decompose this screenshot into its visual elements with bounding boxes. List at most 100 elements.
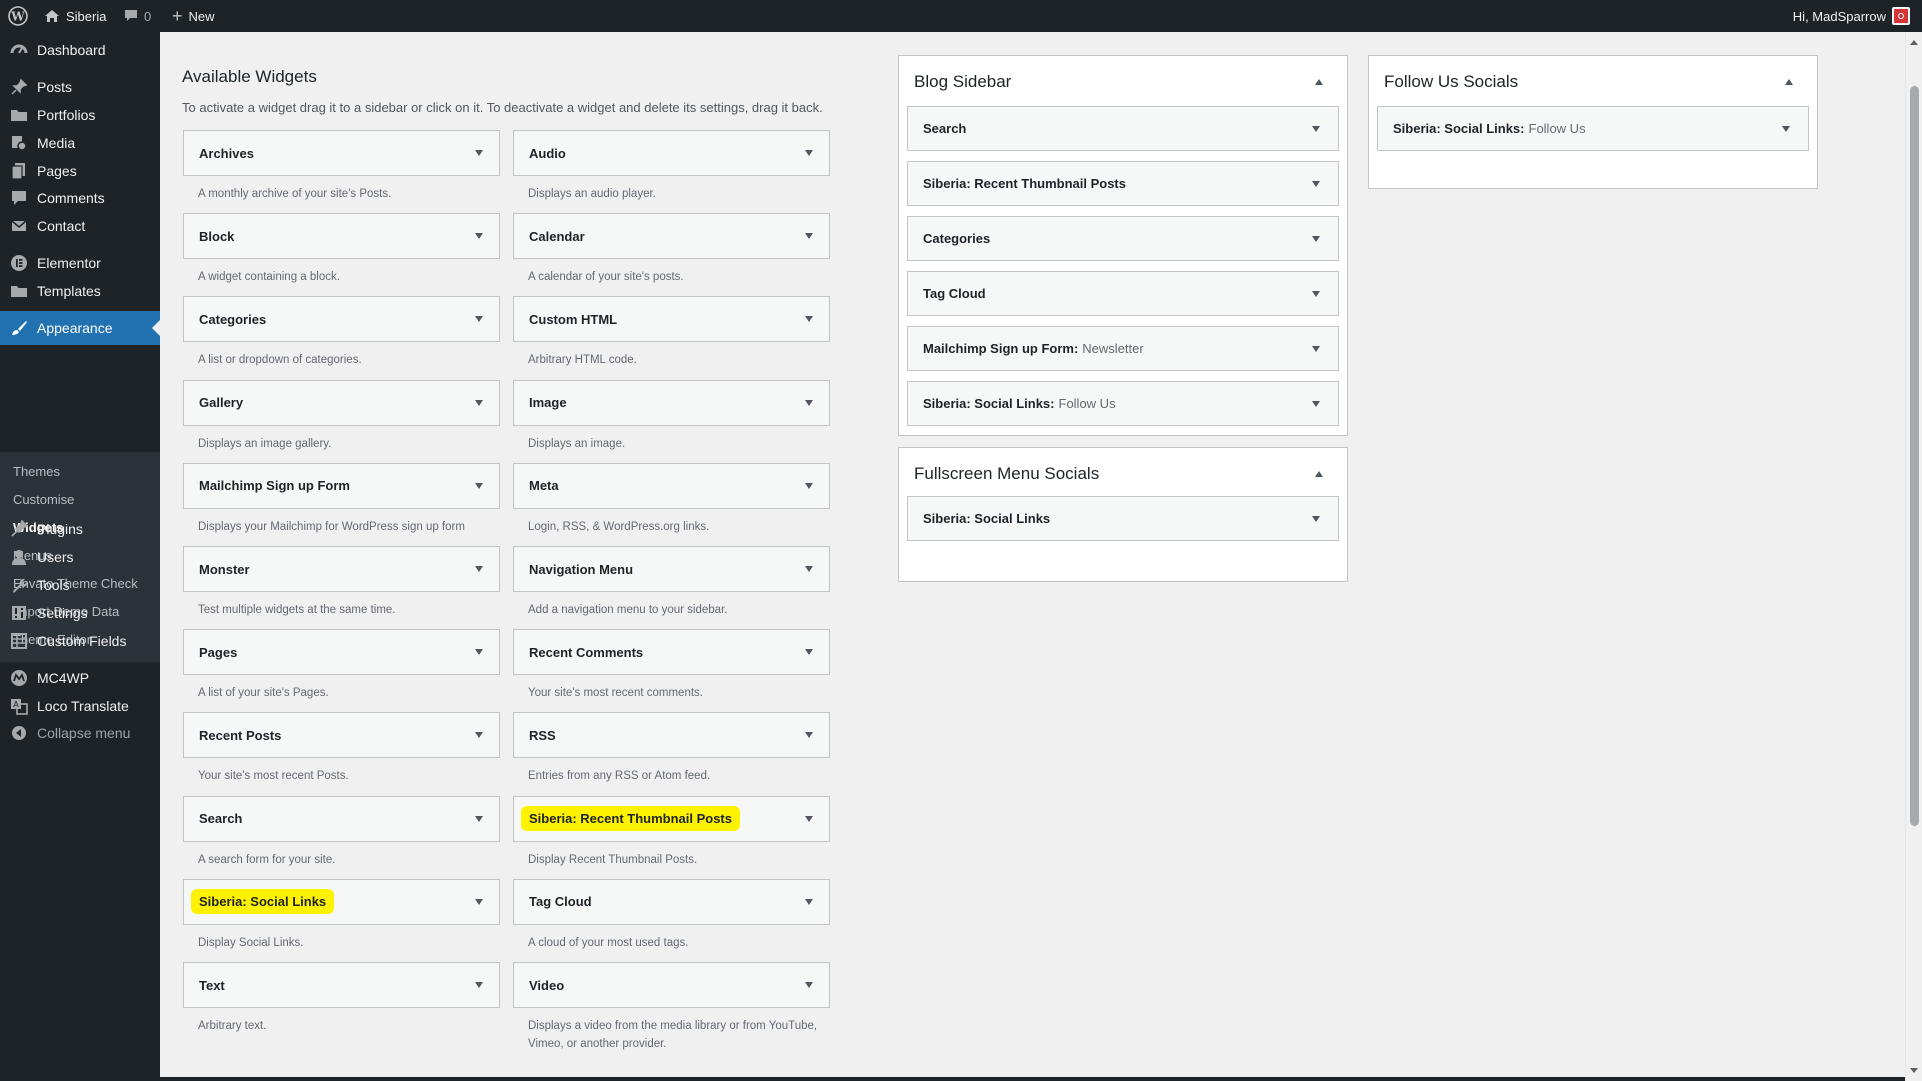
expand-arrow-icon[interactable] [805, 982, 813, 988]
expand-arrow-icon[interactable] [475, 233, 483, 240]
expand-arrow-icon[interactable] [805, 649, 813, 656]
submenu-customise[interactable]: Customise [13, 492, 74, 507]
scrollbar-thumb[interactable] [1910, 86, 1919, 826]
widget-text[interactable]: Text [183, 962, 500, 1008]
expand-arrow-icon[interactable] [805, 898, 813, 905]
expand-arrow-icon[interactable] [475, 649, 483, 656]
area-widget-title: Tag Cloud [923, 286, 986, 301]
expand-arrow-icon[interactable] [475, 150, 483, 156]
wordpress-logo-icon[interactable]: W [8, 0, 28, 32]
widget-pages[interactable]: Pages [183, 629, 500, 676]
widget-area-title[interactable]: Fullscreen Menu Socials [914, 464, 1099, 484]
widget-archives[interactable]: Archives [183, 130, 500, 176]
sidebar-item-appearance[interactable]: Appearance [0, 311, 160, 345]
widget-video[interactable]: Video [513, 962, 830, 1008]
expand-arrow-icon[interactable] [805, 316, 813, 323]
collapse-area-arrow-icon[interactable] [1315, 471, 1323, 477]
widget-rss[interactable]: RSS [513, 712, 830, 759]
site-name-link[interactable]: Siberia [44, 0, 106, 32]
submenu-themes[interactable]: Themes [13, 464, 60, 479]
expand-arrow-icon[interactable] [1312, 346, 1320, 352]
area-widget[interactable]: Siberia: Recent Thumbnail Posts [907, 161, 1339, 206]
widget-audio[interactable]: Audio [513, 130, 830, 176]
expand-arrow-icon[interactable] [1312, 126, 1320, 132]
scroll-up-arrow-icon[interactable] [1910, 40, 1918, 45]
widget-title: Categories [199, 311, 267, 327]
widget-recent-comments[interactable]: Recent Comments [513, 629, 830, 676]
expand-arrow-icon[interactable] [805, 566, 813, 572]
expand-arrow-icon[interactable] [805, 815, 813, 822]
scroll-down-arrow-icon[interactable] [1910, 1068, 1918, 1073]
area-widget[interactable]: Siberia: Social Links: Follow Us [1377, 106, 1809, 151]
expand-arrow-icon[interactable] [1312, 291, 1320, 297]
comments-link[interactable]: 0 [124, 0, 151, 32]
widget-meta[interactable]: Meta [513, 462, 830, 509]
area-widget[interactable]: Tag Cloud [907, 271, 1339, 316]
widget-gallery[interactable]: Gallery [183, 379, 500, 426]
sidebar-item-custom-fields[interactable]: Custom Fields [0, 624, 160, 658]
widget-monster[interactable]: Monster [183, 546, 500, 592]
area-widget[interactable]: Search [907, 106, 1339, 151]
expand-arrow-icon[interactable] [805, 732, 813, 739]
expand-arrow-icon[interactable] [1312, 236, 1320, 242]
widget-description: Displays an image gallery. [198, 437, 332, 450]
comments-count: 0 [144, 8, 152, 24]
collapse-menu-button[interactable]: Collapse menu [0, 716, 160, 750]
widget-calendar[interactable]: Calendar [513, 213, 830, 260]
expand-arrow-icon[interactable] [475, 482, 483, 489]
widget-title: Mailchimp Sign up Form [199, 478, 350, 494]
mail-icon [9, 216, 29, 236]
expand-arrow-icon[interactable] [1782, 126, 1790, 132]
expand-arrow-icon[interactable] [1312, 181, 1320, 187]
widget-mailchimp-sign-up-form[interactable]: Mailchimp Sign up Form [183, 462, 500, 509]
widget-custom-html[interactable]: Custom HTML [513, 296, 830, 343]
expand-arrow-icon[interactable] [475, 815, 483, 822]
expand-arrow-icon[interactable] [475, 732, 483, 739]
widget-area-title[interactable]: Follow Us Socials [1384, 72, 1518, 92]
widget-tag-cloud[interactable]: Tag Cloud [513, 878, 830, 925]
page-scrollbar[interactable] [1905, 32, 1922, 1081]
widget-search[interactable]: Search [183, 795, 500, 842]
sidebar-item-label: Elementor [37, 255, 101, 271]
widget-title: Video [529, 977, 565, 993]
area-widget[interactable]: Siberia: Social Links [907, 496, 1339, 541]
expand-arrow-icon[interactable] [805, 150, 813, 156]
sidebar-item-templates[interactable]: Templates [0, 274, 160, 308]
expand-arrow-icon[interactable] [475, 566, 483, 572]
sidebar-item-label: Dashboard [37, 42, 106, 58]
widget-title: Search [199, 811, 243, 827]
expand-arrow-icon[interactable] [1312, 516, 1320, 522]
expand-arrow-icon[interactable] [475, 982, 483, 988]
settings-icon [9, 603, 29, 623]
expand-arrow-icon[interactable] [805, 233, 813, 240]
area-widget[interactable]: Mailchimp Sign up Form: Newsletter [907, 326, 1339, 371]
sidebar-item-label: Settings [37, 605, 88, 621]
sidebar-item-label: Portfolios [37, 107, 96, 123]
new-content-link[interactable]: + New [172, 0, 215, 32]
sidebar-item-contact[interactable]: Contact [0, 209, 160, 243]
widget-categories[interactable]: Categories [183, 296, 500, 343]
widget-description: Display Social Links. [198, 936, 304, 949]
expand-arrow-icon[interactable] [805, 482, 813, 489]
widget-navigation-menu[interactable]: Navigation Menu [513, 546, 830, 592]
widget-image[interactable]: Image [513, 379, 830, 426]
expand-arrow-icon[interactable] [475, 316, 483, 323]
collapse-area-arrow-icon[interactable] [1785, 79, 1793, 85]
widget-area-title[interactable]: Blog Sidebar [914, 72, 1011, 92]
expand-arrow-icon[interactable] [1312, 401, 1320, 407]
widget-recent-posts[interactable]: Recent Posts [183, 712, 500, 759]
widget-siberia-recent-thumbnail-posts[interactable]: Siberia: Recent Thumbnail Posts [513, 795, 830, 842]
area-widget[interactable]: Categories [907, 216, 1339, 261]
expand-arrow-icon[interactable] [475, 898, 483, 905]
expand-arrow-icon[interactable] [475, 399, 483, 406]
widget-block[interactable]: Block [183, 213, 500, 260]
widget-title: Gallery [199, 395, 244, 411]
area-widget[interactable]: Siberia: Social Links: Follow Us [907, 381, 1339, 426]
collapse-area-arrow-icon[interactable] [1315, 79, 1323, 85]
expand-arrow-icon[interactable] [805, 399, 813, 406]
account-menu[interactable]: Hi, MadSparrow [1793, 0, 1910, 32]
bottom-edge [160, 1077, 1905, 1081]
sidebar-item-dashboard[interactable]: Dashboard [0, 33, 160, 67]
widget-description: Display Recent Thumbnail Posts. [528, 853, 698, 866]
widget-siberia-social-links[interactable]: Siberia: Social Links [183, 878, 500, 925]
